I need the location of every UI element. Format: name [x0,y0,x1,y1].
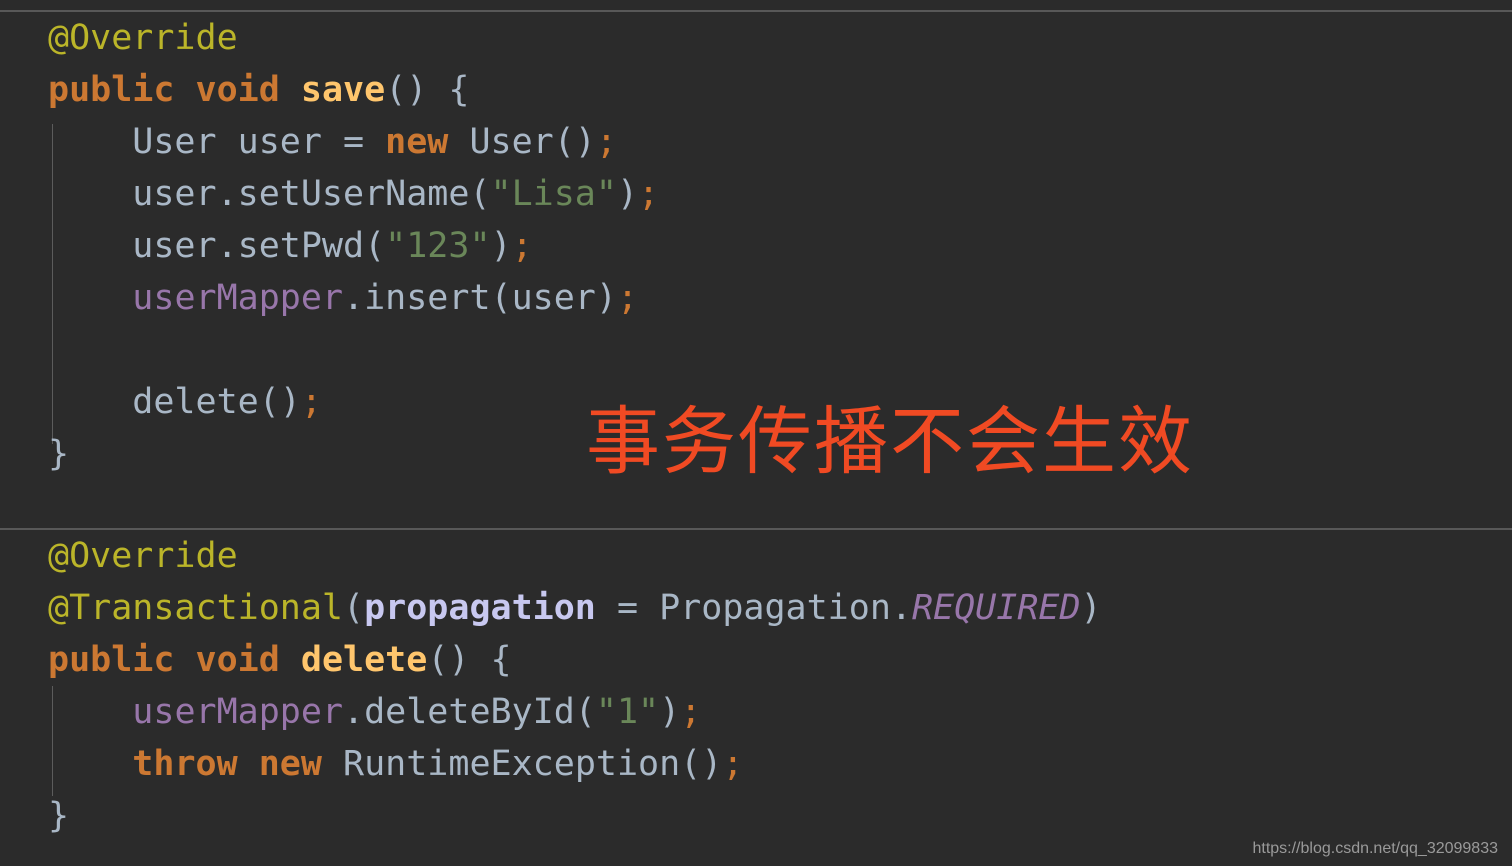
code-token-semi: ; [300,382,322,422]
code-token-keyword: throw [132,744,238,784]
code-pane-delete-method[interactable]: @Override @Transactional(propagation = Pr… [0,530,1512,866]
code-line[interactable]: @Override [0,530,1512,582]
code-token-static: REQUIRED [911,588,1081,628]
code-token-plain: User user = [48,122,386,162]
code-line[interactable]: throw new RuntimeException(); [0,738,1512,790]
code-token-semi: ; [722,744,744,784]
code-token-plain: .insert(user) [343,278,617,318]
code-token-semi: ; [511,226,533,266]
code-token-string: "Lisa" [490,174,617,214]
code-line[interactable]: user.setPwd("123"); [0,220,1512,272]
code-token-plain: User() [448,122,596,162]
screenshot-root: @Override public void save() { User user … [0,0,1512,866]
code-token-semi: ; [595,122,617,162]
code-token-field: userMapper [132,278,344,318]
code-token-string: "1" [595,692,660,732]
code-token-method: delete [300,640,428,680]
code-token-plain: RuntimeException() [321,744,723,784]
code-token-plain: ) [490,226,512,266]
code-token-keyword: public [48,70,175,110]
code-line[interactable]: userMapper.deleteById("1"); [0,686,1512,738]
code-token-plain: = Propagation. [595,588,912,628]
code-token-annotation: @Transactional [48,588,344,628]
code-token-plain: .deleteById( [343,692,596,732]
code-token-plain: } [48,796,70,836]
code-token-keyword: public [48,640,175,680]
code-line[interactable]: public void delete() { [0,634,1512,686]
code-line[interactable]: userMapper.insert(user); [0,272,1512,324]
code-line[interactable]: @Override [0,12,1512,64]
code-line[interactable]: user.setUserName("Lisa"); [0,168,1512,220]
code-token-keyword: void [195,640,280,680]
code-line[interactable]: User user = new User(); [0,116,1512,168]
code-token-plain: () { [385,70,470,110]
code-token-plain: ) [1080,588,1102,628]
indent-guide-delete [52,686,53,796]
code-token-semi: ; [680,692,702,732]
code-token-plain: ) [616,174,639,214]
code-line[interactable] [0,324,1512,376]
code-token-plain: () { [427,640,512,680]
code-line-list-delete: @Override @Transactional(propagation = Pr… [0,530,1512,842]
code-token-plain: } [48,434,70,474]
code-token-keyword: void [195,70,280,110]
code-line[interactable]: } [0,790,1512,842]
code-token-plain: ( [343,588,365,628]
code-token-semi: ; [638,174,660,214]
code-token-annotation: @Override [48,18,238,58]
code-token-plain: user.setUserName( [48,174,491,214]
code-token-method: save [300,70,386,110]
code-token-plain: delete() [48,382,301,422]
code-token-string: "123" [385,226,491,266]
code-token-annotation: @Override [48,536,238,576]
code-token-field: userMapper [132,692,344,732]
code-token-plain: user.setPwd( [48,226,386,266]
code-token-param: propagation [364,588,596,628]
code-line[interactable]: public void save() { [0,64,1512,116]
code-token-keyword: new [385,122,449,162]
code-token-keyword: new [258,744,322,784]
watermark-url: https://blog.csdn.net/qq_32099833 [1252,840,1498,857]
annotation-overlay-text: 事务传播不会生效 [586,399,1194,485]
code-token-plain: ) [659,692,681,732]
code-token-semi: ; [616,278,639,318]
code-line[interactable]: @Transactional(propagation = Propagation… [0,582,1512,634]
